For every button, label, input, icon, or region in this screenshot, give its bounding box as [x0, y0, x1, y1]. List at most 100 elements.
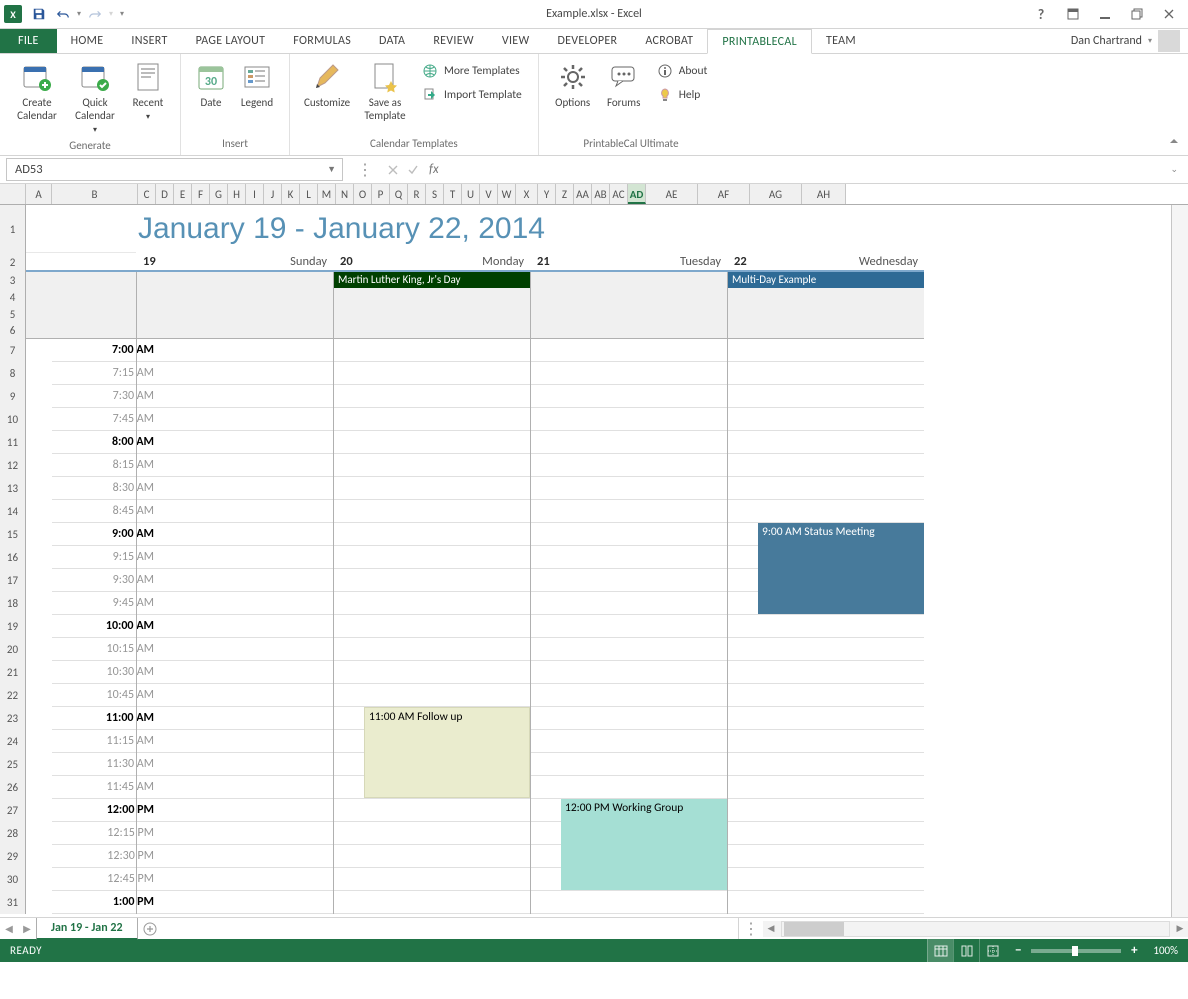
row-header[interactable]: 21: [0, 661, 26, 684]
row-header[interactable]: 19: [0, 615, 26, 638]
dropdown-icon[interactable]: ▾: [77, 9, 81, 19]
calendar-event[interactable]: 9:00 AM Status Meeting: [758, 523, 924, 614]
legend-button[interactable]: Legend: [233, 58, 281, 124]
column-header[interactable]: R: [408, 184, 426, 204]
column-header[interactable]: A: [26, 184, 52, 204]
column-header[interactable]: N: [336, 184, 354, 204]
sheet-nav-prev-icon[interactable]: ◀: [0, 922, 18, 935]
row-header[interactable]: 28: [0, 822, 26, 845]
row-header[interactable]: 29: [0, 845, 26, 868]
sheet-tab[interactable]: Jan 19 - Jan 22: [36, 918, 138, 940]
enter-formula-icon[interactable]: [403, 160, 423, 180]
tab-data[interactable]: DATA: [365, 29, 419, 53]
row-header[interactable]: 16: [0, 546, 26, 569]
row-header[interactable]: 22: [0, 684, 26, 707]
all-day-event[interactable]: Multi-Day Example: [728, 272, 924, 288]
column-header[interactable]: E: [174, 184, 192, 204]
collapse-ribbon-icon[interactable]: [1168, 135, 1180, 151]
row-header[interactable]: 4: [0, 289, 26, 306]
fx-icon[interactable]: fx: [423, 162, 445, 177]
date-button[interactable]: 30 Date: [189, 58, 233, 124]
create-calendar-button[interactable]: Create Calendar: [8, 58, 66, 124]
column-header[interactable]: AG: [750, 184, 802, 204]
column-header[interactable]: X: [516, 184, 538, 204]
column-header[interactable]: P: [372, 184, 390, 204]
name-box[interactable]: AD53 ▼: [6, 158, 343, 181]
row-header[interactable]: 14: [0, 500, 26, 523]
view-normal-icon[interactable]: [927, 939, 953, 962]
row-header[interactable]: 9: [0, 385, 26, 408]
column-header[interactable]: K: [282, 184, 300, 204]
row-header[interactable]: 7: [0, 339, 26, 362]
about-button[interactable]: About: [653, 60, 712, 82]
column-header[interactable]: AB: [592, 184, 610, 204]
column-header[interactable]: H: [228, 184, 246, 204]
sheet-nav-next-icon[interactable]: ▶: [18, 922, 36, 935]
column-header[interactable]: G: [210, 184, 228, 204]
tab-home[interactable]: HOME: [57, 29, 118, 53]
more-templates-button[interactable]: More Templates: [418, 60, 526, 82]
row-header[interactable]: 12: [0, 454, 26, 477]
column-header[interactable]: AC: [610, 184, 628, 204]
cancel-formula-icon[interactable]: [383, 160, 403, 180]
column-header[interactable]: S: [426, 184, 444, 204]
row-header[interactable]: 20: [0, 638, 26, 661]
undo-icon[interactable]: [52, 3, 74, 25]
column-header[interactable]: W: [498, 184, 516, 204]
zoom-level[interactable]: 100%: [1153, 944, 1178, 957]
qat-customize-icon[interactable]: ▾: [120, 9, 124, 19]
row-header[interactable]: 6: [0, 322, 26, 339]
column-header[interactable]: C: [138, 184, 156, 204]
tab-printablecal[interactable]: PRINTABLECAL: [707, 29, 812, 54]
customize-button[interactable]: Customize: [298, 58, 356, 124]
tab-insert[interactable]: INSERT: [117, 29, 181, 53]
row-header[interactable]: 30: [0, 868, 26, 891]
row-header[interactable]: 1: [0, 205, 26, 253]
all-day-event[interactable]: Martin Luther King, Jr's Day: [334, 272, 530, 288]
recent-button[interactable]: Recent▾: [124, 58, 172, 124]
row-header[interactable]: 15: [0, 523, 26, 546]
row-header[interactable]: 27: [0, 799, 26, 822]
tab-acrobat[interactable]: ACROBAT: [631, 29, 707, 53]
close-icon[interactable]: [1156, 3, 1182, 25]
row-header[interactable]: 31: [0, 891, 26, 914]
row-header[interactable]: 24: [0, 730, 26, 753]
add-sheet-icon[interactable]: [138, 918, 162, 940]
column-header[interactable]: V: [480, 184, 498, 204]
quick-calendar-button[interactable]: Quick Calendar▾: [66, 58, 124, 137]
dropdown-icon[interactable]: ▼: [327, 164, 336, 175]
zoom-out-icon[interactable]: −: [1011, 943, 1025, 958]
tab-page-layout[interactable]: PAGE LAYOUT: [182, 29, 280, 53]
help-button[interactable]: Help: [653, 84, 712, 106]
column-header[interactable]: AF: [698, 184, 750, 204]
tab-view[interactable]: VIEW: [488, 29, 544, 53]
row-header[interactable]: 11: [0, 431, 26, 454]
row-header[interactable]: 17: [0, 569, 26, 592]
row-header[interactable]: 10: [0, 408, 26, 431]
tab-team[interactable]: TEAM: [812, 29, 870, 53]
column-header[interactable]: B: [52, 184, 138, 204]
column-header[interactable]: AD: [628, 184, 646, 204]
column-header[interactable]: O: [354, 184, 372, 204]
dropdown-icon[interactable]: ▾: [109, 9, 113, 19]
redo-icon[interactable]: [84, 3, 106, 25]
column-header[interactable]: F: [192, 184, 210, 204]
column-header[interactable]: Q: [390, 184, 408, 204]
row-header[interactable]: 25: [0, 753, 26, 776]
select-all[interactable]: [0, 184, 26, 204]
import-template-button[interactable]: Import Template: [418, 84, 526, 106]
tab-review[interactable]: REVIEW: [419, 29, 488, 53]
zoom-slider[interactable]: [1031, 949, 1121, 953]
column-header[interactable]: AA: [574, 184, 592, 204]
view-page-layout-icon[interactable]: [953, 939, 979, 962]
view-page-break-icon[interactable]: [979, 939, 1005, 962]
row-header[interactable]: 2: [0, 253, 26, 272]
row-header[interactable]: 13: [0, 477, 26, 500]
zoom-in-icon[interactable]: +: [1127, 943, 1141, 958]
column-header[interactable]: U: [462, 184, 480, 204]
row-header[interactable]: 26: [0, 776, 26, 799]
column-header[interactable]: AE: [646, 184, 698, 204]
row-header[interactable]: 18: [0, 592, 26, 615]
calendar-event[interactable]: 11:00 AM Follow up: [364, 707, 530, 798]
tab-developer[interactable]: DEVELOPER: [543, 29, 631, 53]
